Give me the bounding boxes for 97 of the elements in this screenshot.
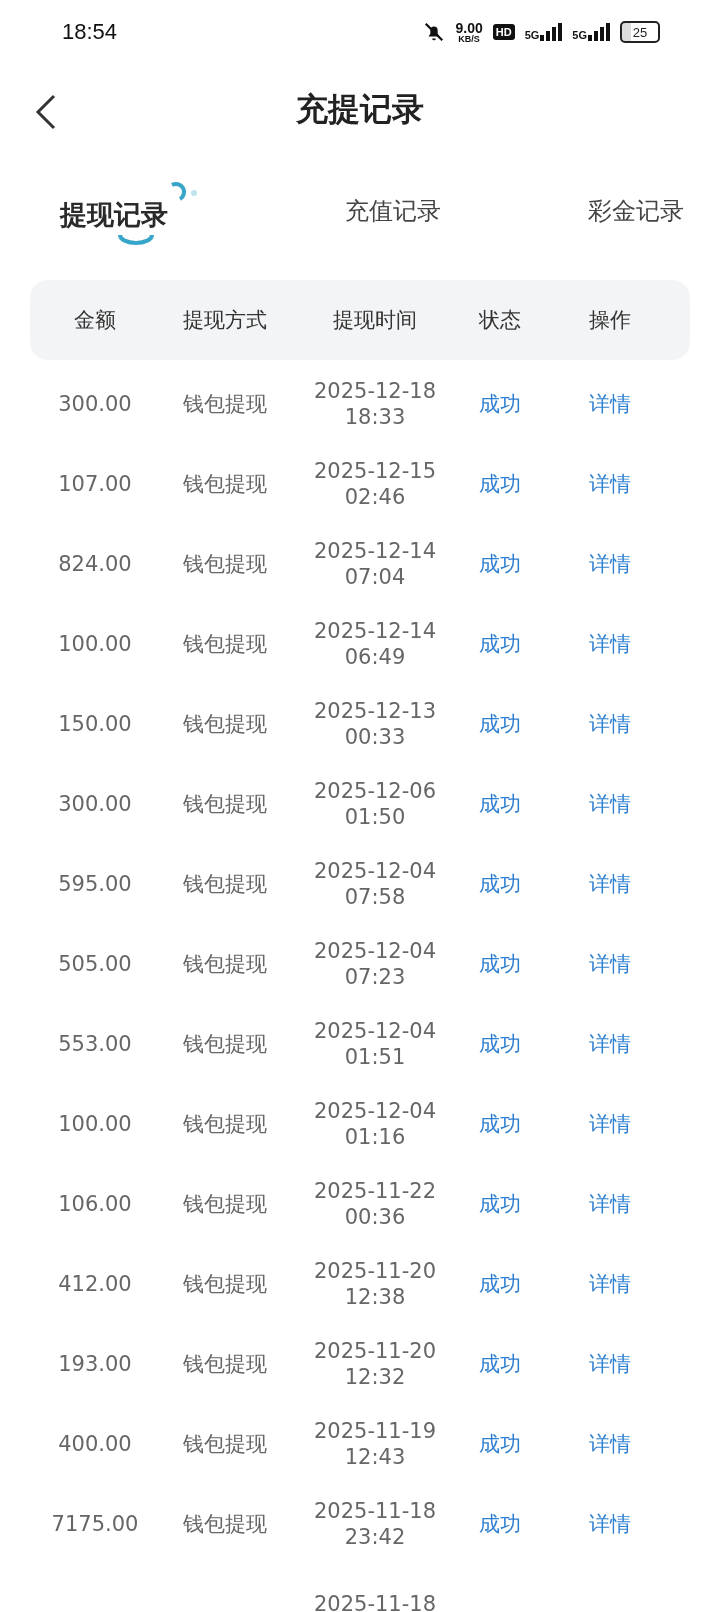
column-header: 提现方式 [182, 307, 268, 334]
tab[interactable]: 充值记录 [345, 189, 441, 233]
network-type: 5G [572, 29, 587, 41]
details-link[interactable]: 详情 [589, 470, 631, 498]
network-speed: 9.00 [455, 20, 483, 35]
method-cell-text: 钱包提现 [182, 470, 268, 498]
time-cell-text: 2025-12-04 01:51 [312, 1017, 437, 1071]
amount-cell-text: 193.00 [57, 1350, 133, 1378]
details-link[interactable]: 详情 [589, 1430, 631, 1458]
method-cell-text: 钱包提现 [182, 790, 268, 818]
method-cell-text: 钱包提现 [182, 1110, 268, 1138]
status-cell-text: 成功 [478, 1350, 522, 1378]
method-cell-text: 钱包提现 [182, 950, 268, 978]
tab[interactable]: 彩金记录 [588, 189, 684, 233]
column-header: 操作 [588, 307, 632, 334]
status-cell-text: 成功 [478, 1270, 522, 1298]
amount-cell-text: 7175.00 [50, 1510, 140, 1538]
status-cell-text: 成功 [478, 870, 522, 898]
time-cell-text: 2025-12-04 07:58 [312, 857, 437, 911]
amount-cell-text: 300.00 [57, 790, 133, 818]
amount-cell-text: 300.00 [57, 390, 133, 418]
page-title: 充提记录 [296, 89, 424, 130]
tab[interactable]: 提现记录 [60, 175, 198, 247]
time-cell-text: 2025-11-20 12:32 [312, 1337, 437, 1391]
time-cell-text: 2025-12-15 02:46 [312, 457, 437, 511]
status-cell-text: 成功 [478, 710, 522, 738]
time-cell-text: 2025-12-04 01:16 [312, 1097, 437, 1151]
status-cell-text: 成功 [478, 950, 522, 978]
amount-cell-text: 595.00 [57, 870, 133, 898]
status-cell-text: 成功 [478, 550, 522, 578]
column-header: 提现时间 [332, 307, 418, 334]
hd-badge: HD [492, 24, 515, 40]
method-cell-text: 钱包提现 [182, 710, 268, 738]
status-cell-text: 成功 [478, 390, 522, 418]
battery-level: 25 [620, 21, 660, 43]
method-cell-text: 钱包提现 [182, 630, 268, 658]
method-cell-text: 钱包提现 [182, 550, 268, 578]
method-cell-text: 钱包提现 [182, 1350, 268, 1378]
time-cell-text: 2025-11-22 00:36 [312, 1177, 437, 1231]
column-header: 金额 [73, 307, 117, 334]
time-cell-text: 2025-12-14 06:49 [312, 617, 437, 671]
status-time: 18:54 [62, 19, 118, 45]
details-link[interactable]: 详情 [589, 1510, 631, 1538]
amount-cell-text: 412.00 [57, 1270, 133, 1298]
method-cell-text: 钱包提现 [182, 870, 268, 898]
time-cell-text: 2025-11-20 12:38 [312, 1257, 437, 1311]
status-cell-text: 成功 [478, 630, 522, 658]
amount-cell-text: 107.00 [57, 470, 133, 498]
details-link[interactable]: 详情 [589, 1110, 631, 1138]
amount-cell-text: 150.00 [57, 710, 133, 738]
details-link[interactable]: 详情 [589, 870, 631, 898]
signal-icon [588, 23, 610, 41]
time-cell-text: 2025-12-14 07:04 [312, 537, 437, 591]
time-cell-text: 2025-11-19 12:43 [312, 1417, 437, 1471]
details-link[interactable]: 详情 [589, 710, 631, 738]
amount-cell-text: 824.00 [57, 550, 133, 578]
method-cell-text: 钱包提现 [182, 390, 268, 418]
method-cell-text: 钱包提现 [182, 1270, 268, 1298]
time-cell-text: 2025-12-13 00:33 [312, 697, 437, 751]
speed-unit: KB/S [458, 34, 480, 44]
method-cell-text: 钱包提现 [182, 1190, 268, 1218]
status-cell-text: 成功 [478, 1030, 522, 1058]
details-link[interactable]: 详情 [589, 1030, 631, 1058]
time-cell-text: 2025-12-18 18:33 [312, 377, 437, 431]
network-type: 5G [524, 29, 540, 41]
time-cell-text: 2025-12-06 01:50 [312, 777, 437, 831]
method-cell-text: 钱包提现 [182, 1430, 268, 1458]
details-link[interactable]: 详情 [589, 550, 631, 578]
status-cell-text: 成功 [478, 1510, 522, 1538]
amount-cell-text: 100.00 [57, 630, 133, 658]
status-cell-text: 成功 [478, 1190, 522, 1218]
status-cell-text: 成功 [478, 1430, 522, 1458]
details-link[interactable]: 详情 [589, 1350, 631, 1378]
method-cell-text: 钱包提现 [182, 1030, 268, 1058]
status-cell-text: 成功 [478, 470, 522, 498]
time-cell-text: 2025-11-18 [312, 1590, 437, 1612]
method-cell-text: 钱包提现 [182, 1510, 268, 1538]
time-cell-text: 2025-11-18 23:42 [312, 1497, 437, 1551]
amount-cell-text: 106.00 [57, 1190, 133, 1218]
details-link[interactable]: 详情 [589, 1190, 631, 1218]
underline-arc-icon [118, 233, 154, 245]
column-header: 状态 [478, 307, 522, 334]
muted-bell-icon [423, 21, 446, 43]
amount-cell-text: 400.00 [57, 1430, 133, 1458]
details-link[interactable]: 详情 [589, 950, 631, 978]
status-cell-text: 成功 [478, 1110, 522, 1138]
amount-cell-text: 100.00 [57, 1110, 133, 1138]
amount-cell-text: 553.00 [57, 1030, 133, 1058]
status-cell-text: 成功 [478, 790, 522, 818]
details-link[interactable]: 详情 [589, 630, 631, 658]
details-link[interactable]: 详情 [589, 1270, 631, 1298]
back-icon[interactable] [34, 94, 58, 130]
amount-cell-text: 505.00 [57, 950, 133, 978]
details-link[interactable]: 详情 [589, 390, 631, 418]
time-cell-text: 2025-12-04 07:23 [312, 937, 437, 991]
details-link[interactable]: 详情 [589, 790, 631, 818]
signal-icon [540, 23, 563, 41]
